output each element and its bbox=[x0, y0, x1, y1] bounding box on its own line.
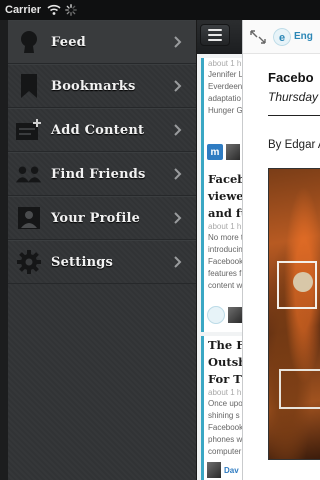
image-subject bbox=[293, 272, 313, 292]
feed-card[interactable]: about 1 h Jennifer L Everdeen adaptatio … bbox=[201, 58, 242, 170]
card-timestamp: about 1 h bbox=[208, 59, 242, 68]
card-title-line: and ful bbox=[208, 206, 242, 220]
card-timestamp: about 1 h bbox=[208, 388, 242, 397]
menu-item-settings[interactable]: Settings bbox=[8, 240, 196, 284]
article-hero-image bbox=[268, 168, 320, 460]
menu-item-label: Feed bbox=[51, 34, 86, 50]
menu-item-add-content[interactable]: Add Content bbox=[8, 108, 196, 152]
menu-item-label: Find Friends bbox=[51, 166, 146, 182]
chevron-right-icon bbox=[174, 80, 182, 92]
card-excerpt-line: phones w bbox=[208, 435, 242, 444]
svg-text:e: e bbox=[279, 32, 285, 44]
card-title-line: viewer bbox=[208, 189, 242, 203]
activity-spinner-icon bbox=[65, 4, 77, 16]
chevron-right-icon bbox=[174, 124, 182, 136]
menu-item-your-profile[interactable]: Your Profile bbox=[8, 196, 196, 240]
card-author: Dav bbox=[224, 465, 239, 475]
card-excerpt-line: computer bbox=[208, 447, 242, 456]
card-excerpt-line: introducin bbox=[208, 245, 242, 254]
side-menu-rail bbox=[0, 20, 8, 480]
add-content-icon bbox=[15, 116, 43, 144]
article-date: Thursday bbox=[268, 90, 319, 104]
profile-icon bbox=[15, 204, 43, 232]
card-footer bbox=[207, 306, 242, 324]
card-excerpt-line: Everdeen bbox=[208, 82, 242, 91]
article-panel: e Eng Facebo Thursday By Edgar A bbox=[242, 20, 320, 480]
card-excerpt-line: No more t bbox=[208, 233, 242, 242]
card-excerpt-line: Once upo bbox=[208, 399, 242, 408]
card-excerpt-line: Hunger Ga bbox=[208, 106, 242, 115]
article-source-name[interactable]: Eng bbox=[294, 31, 313, 42]
card-excerpt-line: Facebook bbox=[208, 257, 242, 266]
hamburger-line bbox=[208, 39, 222, 41]
menu-item-label: Bookmarks bbox=[51, 78, 136, 94]
status-bar: Carrier bbox=[0, 0, 320, 20]
bookmark-icon bbox=[15, 72, 43, 100]
card-title-line: Faceboo bbox=[208, 172, 242, 186]
avatar bbox=[207, 462, 221, 478]
user-silhouette-icon bbox=[15, 28, 43, 56]
card-excerpt-line: shining s bbox=[208, 411, 240, 420]
hamburger-line bbox=[208, 29, 222, 31]
thumbnail-icon bbox=[226, 144, 240, 160]
article-byline: By Edgar A bbox=[268, 139, 320, 151]
menu-toggle-button[interactable] bbox=[200, 24, 230, 46]
feed-list-panel: about 1 h Jennifer L Everdeen adaptatio … bbox=[196, 20, 242, 480]
thumbnail-icon bbox=[228, 307, 242, 323]
carrier-label: Carrier bbox=[5, 4, 42, 16]
menu-item-bookmarks[interactable]: Bookmarks bbox=[8, 64, 196, 108]
chevron-right-icon bbox=[174, 256, 182, 268]
article-toolbar: e Eng bbox=[243, 20, 320, 54]
menu-item-label: Your Profile bbox=[51, 210, 141, 226]
m-badge-icon: m bbox=[207, 144, 223, 160]
source-logo-icon bbox=[207, 306, 225, 324]
feed-card[interactable]: Faceboo viewer and ful about 1 h No more… bbox=[201, 170, 242, 332]
card-excerpt-line: features f bbox=[208, 269, 242, 278]
card-title-line: Outshi bbox=[208, 355, 242, 369]
chevron-right-icon bbox=[174, 36, 182, 48]
wifi-icon bbox=[47, 4, 61, 15]
card-title-line: The Fa bbox=[208, 338, 242, 352]
hamburger-line bbox=[208, 34, 222, 36]
card-excerpt-line: Jennifer L bbox=[208, 70, 242, 79]
menu-item-label: Add Content bbox=[51, 122, 145, 138]
menu-item-find-friends[interactable]: Find Friends bbox=[8, 152, 196, 196]
card-excerpt-line: Facebook bbox=[208, 423, 242, 432]
card-footer: m bbox=[207, 144, 240, 160]
chevron-right-icon bbox=[174, 212, 182, 224]
feed-card[interactable]: The Fa Outshi For Th about 1 h Once upo … bbox=[201, 336, 242, 480]
card-excerpt-line: content w bbox=[208, 281, 242, 290]
image-frame bbox=[279, 369, 320, 409]
article-title: Facebo bbox=[268, 70, 314, 85]
gear-icon bbox=[15, 248, 43, 276]
friends-icon bbox=[15, 160, 43, 188]
fullscreen-icon[interactable] bbox=[249, 29, 267, 45]
menu-item-feed[interactable]: Feed bbox=[8, 20, 196, 64]
menu-item-label: Settings bbox=[51, 254, 114, 270]
chevron-right-icon bbox=[174, 168, 182, 180]
card-timestamp: about 1 h bbox=[208, 222, 242, 231]
article-divider bbox=[268, 115, 320, 116]
source-logo-icon: e bbox=[273, 27, 291, 46]
card-title-line: For Th bbox=[208, 372, 242, 386]
card-footer: Dav bbox=[207, 462, 239, 478]
card-excerpt-line: adaptatio bbox=[208, 94, 241, 103]
